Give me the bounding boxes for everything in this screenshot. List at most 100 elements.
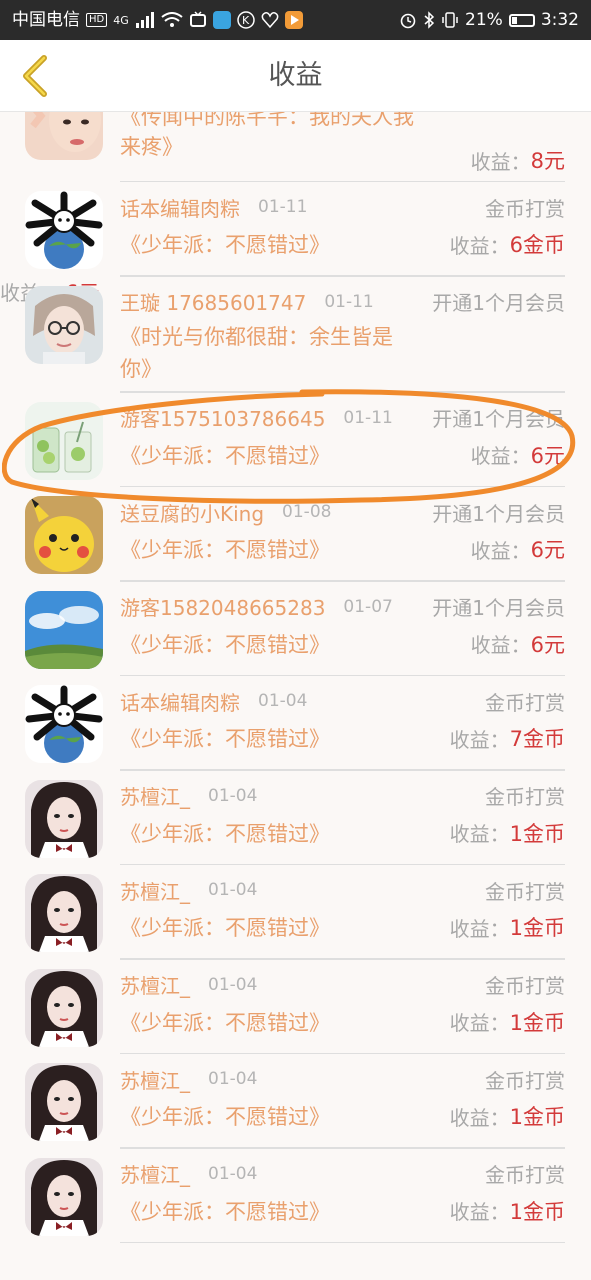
- avatar: [25, 779, 103, 858]
- list-item[interactable]: 话本编辑肉粽 01-04 金币打赏 《少年派：不愿错过》 收益： 7金币: [0, 676, 591, 771]
- list-item[interactable]: 《传闻中的陈芊芊：我的夫人我来疼》 收益： 8元: [0, 112, 591, 182]
- earnings-label: 收益：: [449, 916, 510, 941]
- avatar: [25, 590, 103, 669]
- avatar: [25, 1063, 103, 1141]
- user-name[interactable]: 游客1575103786645: [120, 403, 325, 432]
- record-date: 01-04: [208, 1163, 258, 1184]
- earnings-label: 收益：: [470, 444, 531, 468]
- battery-icon: [508, 13, 535, 27]
- book-title[interactable]: 《少年派：不愿错过》: [120, 1101, 330, 1131]
- earnings-value: 6金币: [509, 233, 565, 257]
- list-item[interactable]: 游客1582048665283 01-07 开通1个月会员 《少年派：不愿错过》…: [0, 582, 591, 676]
- list-item[interactable]: 王璇 17685601747 01-11 开通1个月会员 《时光与你都很甜：余生…: [0, 277, 591, 393]
- earning-type: 开通1个月会员: [432, 596, 565, 620]
- book-title[interactable]: 《少年派：不愿错过》: [120, 1196, 330, 1226]
- record-date: 01-11: [258, 197, 308, 217]
- battery-percent: 21%: [465, 10, 503, 30]
- row-divider: [120, 1241, 565, 1243]
- earnings-label: 收益：: [449, 1200, 510, 1224]
- heart-app-icon: [261, 12, 279, 29]
- book-title[interactable]: 《少年派：不愿错过》: [120, 229, 330, 259]
- user-name[interactable]: 苏檀江_: [120, 781, 190, 810]
- user-name[interactable]: 苏檀江_: [120, 1065, 190, 1094]
- list-item[interactable]: 话本编辑肉粽 01-11 金币打赏 《少年派：不愿错过》 收益： 6金币: [0, 182, 591, 277]
- tv-app-icon: [189, 11, 206, 27]
- avatar: [25, 685, 103, 763]
- status-bar: 中国电信 HD 4G K 21% 3:32: [0, 0, 591, 40]
- earnings-label: 收益：: [449, 727, 510, 752]
- earnings-value: 1金币: [509, 916, 565, 940]
- back-button[interactable]: [10, 50, 60, 102]
- list-item[interactable]: 苏檀江_ 01-04 金币打赏 《少年派：不愿错过》 收益： 1金币: [0, 1054, 591, 1149]
- earning-type: 开通1个月会员: [432, 291, 565, 315]
- earnings-label: 收益：: [449, 822, 510, 846]
- earnings-value: 6元: [530, 632, 565, 657]
- book-title[interactable]: 《少年派：不愿错过》: [120, 534, 330, 564]
- user-name[interactable]: 苏檀江_: [120, 1159, 190, 1188]
- avatar: [25, 968, 103, 1047]
- record-date: 01-04: [258, 691, 308, 711]
- record-date: 01-04: [208, 880, 258, 900]
- user-name[interactable]: 王璇 17685601747: [120, 287, 306, 316]
- earnings-value: 6元: [530, 443, 565, 468]
- user-name[interactable]: 苏檀江_: [120, 970, 190, 999]
- k-app-icon: K: [237, 11, 255, 29]
- user-name[interactable]: 游客1582048665283: [120, 592, 325, 621]
- network-type: 4G: [113, 13, 129, 27]
- alarm-icon: [400, 13, 416, 29]
- record-date: 01-04: [208, 974, 258, 995]
- earning-type: 金币打赏: [485, 974, 565, 998]
- list-item[interactable]: 苏檀江_ 01-04 金币打赏 《少年派：不愿错过》 收益： 1金币: [0, 960, 591, 1054]
- avatar: [25, 285, 103, 364]
- earnings-label: 收益：: [449, 1011, 510, 1035]
- wifi-icon: [161, 12, 183, 27]
- earnings-list[interactable]: 《传闻中的陈芊芊：我的夫人我来疼》 收益： 8元 话本编辑肉粽 01-11 金币…: [0, 112, 591, 1280]
- list-item[interactable]: 送豆腐的小King 01-08 开通1个月会员 《少年派：不愿错过》 收益： 6…: [0, 487, 591, 582]
- earnings-label: 收益：: [470, 149, 531, 174]
- avatar: [25, 874, 103, 952]
- earnings-value: 1金币: [509, 821, 565, 846]
- user-name[interactable]: 话本编辑肉粽: [120, 687, 240, 716]
- earnings-value: 1金币: [509, 1199, 565, 1224]
- earning-type: 开通1个月会员: [432, 501, 565, 526]
- app-icon-blue: [212, 11, 231, 29]
- list-item[interactable]: 游客1575103786645 01-11 开通1个月会员 《少年派：不愿错过》…: [0, 393, 591, 487]
- book-title[interactable]: 《时光与你都很甜：余生皆是你》: [120, 321, 410, 385]
- user-name[interactable]: 送豆腐的小King: [120, 498, 264, 527]
- list-item[interactable]: 苏檀江_ 01-04 金币打赏 《少年派：不愿错过》 收益： 1金币: [0, 771, 591, 865]
- carrier-label: 中国电信: [12, 10, 80, 30]
- earning-type: 金币打赏: [485, 690, 565, 715]
- book-title[interactable]: 《少年派：不愿错过》: [120, 723, 330, 753]
- hd-badge: HD: [86, 13, 108, 27]
- clock-time: 3:32: [540, 10, 579, 30]
- earning-type: 开通1个月会员: [432, 407, 565, 431]
- user-name[interactable]: 苏檀江_: [120, 876, 190, 905]
- earnings-value: 1金币: [509, 1105, 565, 1129]
- earning-type: 金币打赏: [485, 196, 565, 221]
- book-title[interactable]: 《少年派：不愿错过》: [120, 818, 330, 848]
- avatar: [25, 191, 103, 269]
- book-title[interactable]: 《少年派：不愿错过》: [120, 629, 330, 659]
- record-date: 01-07: [343, 596, 393, 617]
- record-date: 01-04: [208, 785, 258, 806]
- earnings-value: 1金币: [509, 1010, 565, 1035]
- book-title[interactable]: 《少年派：不愿错过》: [120, 912, 330, 942]
- earnings-value: 7金币: [509, 727, 565, 751]
- earnings-label: 收益：: [470, 633, 531, 657]
- page-title: 收益: [268, 60, 323, 91]
- book-title[interactable]: 《少年派：不愿错过》: [120, 440, 330, 470]
- record-date: 01-04: [208, 1069, 258, 1089]
- record-date: 01-11: [343, 407, 393, 428]
- signal-icon: [135, 12, 154, 28]
- earnings-label: 收益：: [449, 233, 510, 258]
- user-name[interactable]: 话本编辑肉粽: [120, 193, 240, 222]
- earnings-value: 6元: [530, 538, 565, 562]
- list-item[interactable]: 苏檀江_ 01-04 金币打赏 《少年派：不愿错过》 收益： 1金币: [0, 865, 591, 960]
- header-bar: 收益: [0, 40, 591, 112]
- earning-type: 金币打赏: [485, 1068, 565, 1093]
- chevron-left-icon: [23, 55, 47, 97]
- avatar: [25, 112, 103, 160]
- list-item[interactable]: 苏檀江_ 01-04 金币打赏 《少年派：不愿错过》 收益： 1金币: [0, 1149, 591, 1243]
- book-title[interactable]: 《少年派：不愿错过》: [120, 1007, 330, 1037]
- earning-type: 金币打赏: [485, 785, 565, 809]
